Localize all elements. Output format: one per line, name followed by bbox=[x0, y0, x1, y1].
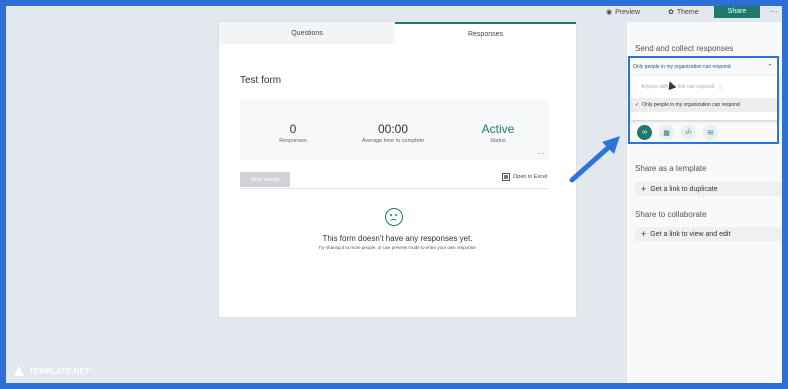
eye-icon: ◉ bbox=[606, 9, 613, 16]
annotation-arrow-icon bbox=[569, 136, 620, 183]
stat-label: Average time to complete bbox=[361, 138, 425, 144]
template-logo-icon bbox=[14, 366, 24, 376]
watermark: TEMPLATE.NET bbox=[14, 366, 90, 376]
screenshot-frame: ◉ Preview ✿ Theme Share ··· Questions Re… bbox=[6, 6, 782, 383]
plus-icon: + bbox=[641, 184, 647, 194]
share-button[interactable]: Share bbox=[714, 6, 760, 18]
tab-responses[interactable]: Responses bbox=[395, 22, 576, 44]
watermark-text: TEMPLATE.NET bbox=[29, 366, 90, 376]
stats-summary: 0 Responses 00:00 Average time to comple… bbox=[240, 100, 549, 160]
stat-value: 0 bbox=[289, 122, 297, 136]
view-edit-link-label: Get a link to view and edit bbox=[650, 230, 731, 238]
get-view-edit-link-button[interactable]: + Get a link to view and edit bbox=[635, 227, 782, 241]
empty-state-subtitle: Try sharing it to more people, or use pr… bbox=[318, 245, 477, 250]
stat-label: Status bbox=[490, 138, 506, 144]
stats-more-icon[interactable]: ··· bbox=[537, 149, 545, 158]
open-in-excel-label: Open in Excel bbox=[513, 174, 548, 180]
stat-average-time: 00:00 Average time to complete bbox=[348, 122, 438, 144]
empty-state-title: This form doesn't have any responses yet… bbox=[322, 234, 473, 243]
responses-card: Questions Responses Test form 0 Response… bbox=[219, 22, 576, 317]
divider bbox=[240, 188, 549, 189]
stat-value: Active bbox=[481, 122, 515, 136]
send-collect-heading: Send and collect responses bbox=[635, 44, 734, 53]
view-results-button[interactable]: View results bbox=[240, 172, 290, 187]
palette-icon: ✿ bbox=[668, 9, 674, 16]
sad-face-icon bbox=[385, 208, 403, 226]
preview-button[interactable]: ◉ Preview bbox=[606, 8, 641, 17]
theme-button[interactable]: ✿ Theme bbox=[668, 8, 699, 17]
theme-label: Theme bbox=[676, 8, 699, 16]
stat-responses: 0 Responses bbox=[268, 122, 318, 144]
stat-label: Responses bbox=[279, 138, 307, 144]
stat-value: 00:00 bbox=[377, 122, 409, 136]
tab-questions[interactable]: Questions bbox=[219, 22, 395, 44]
stat-status: Active Status bbox=[472, 122, 524, 144]
template-heading: Share as a template bbox=[635, 164, 707, 173]
preview-label: Preview bbox=[615, 8, 641, 16]
duplicate-link-label: Get a link to duplicate bbox=[650, 185, 718, 193]
form-title: Test form bbox=[240, 75, 282, 86]
highlight-annotation-box bbox=[628, 56, 779, 144]
get-duplicate-link-button[interactable]: + Get a link to duplicate bbox=[635, 182, 782, 196]
collaborate-heading: Share to collaborate bbox=[635, 210, 707, 219]
more-options-icon[interactable]: ··· bbox=[770, 7, 778, 16]
excel-icon bbox=[502, 173, 510, 181]
open-in-excel-link[interactable]: Open in Excel bbox=[502, 173, 547, 181]
plus-icon: + bbox=[641, 229, 647, 239]
